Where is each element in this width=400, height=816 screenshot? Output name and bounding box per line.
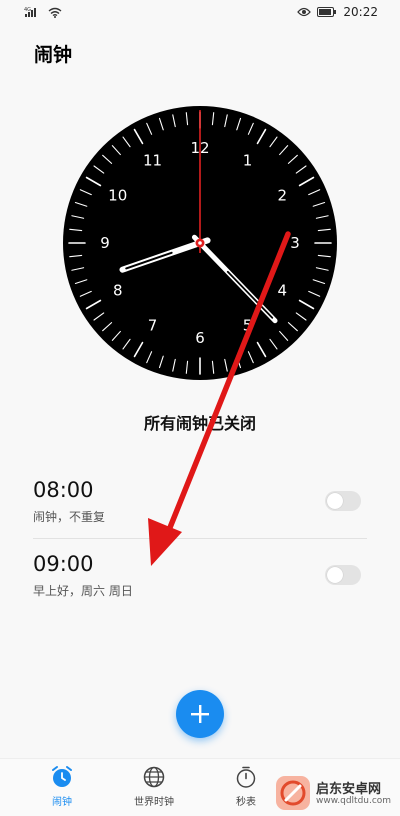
page-title: 闹钟: [34, 44, 73, 66]
clock-face: 121234567891011: [63, 106, 337, 380]
clock-number: 8: [113, 282, 123, 300]
status-time: 20:22: [343, 5, 378, 19]
clock-number: 9: [100, 234, 110, 252]
site-watermark: 启东安卓网 www.qdltdu.com: [272, 772, 400, 816]
stopwatch-icon: [236, 766, 256, 788]
alarm-subtitle: 闹钟，不重复: [33, 510, 106, 524]
toggle-knob: [327, 567, 343, 583]
nav-label: 闹钟: [52, 797, 72, 808]
alarm-time: 08:00: [33, 478, 94, 502]
watermark-text: 启东安卓网: [316, 782, 382, 797]
toggle-knob: [327, 493, 343, 509]
clock-number: 1: [243, 152, 253, 170]
alarm-subtitle: 早上好，周六 周日: [33, 584, 133, 598]
clock-number: 10: [108, 187, 127, 205]
clock-number: 6: [195, 329, 205, 347]
clock-number: 11: [143, 152, 162, 170]
alarm-time: 09:00: [33, 552, 94, 576]
battery-icon: [317, 7, 337, 17]
clock-number: 3: [290, 234, 300, 252]
clock-number: 7: [148, 316, 158, 334]
nav-item-alarm[interactable]: 闹钟: [22, 765, 102, 808]
analog-clock: 12 1 2 3 4 5 6 7 8 9 10 11: [62, 105, 338, 381]
watermark-logo-icon: [276, 776, 310, 810]
status-bar: 4G 20:22: [0, 0, 400, 26]
alarm-item[interactable]: 08:00 闹钟，不重复: [33, 478, 367, 525]
alarm-item[interactable]: 09:00 早上好，周六 周日: [33, 552, 367, 599]
clock-number: 5: [243, 316, 253, 334]
add-alarm-button[interactable]: [176, 690, 224, 738]
divider: [33, 538, 367, 539]
eye-icon: [297, 7, 312, 17]
clock-app-screen: 4G 20:22 闹钟 12 1 2 3 4 5 6 7 8 9 10 11 所…: [0, 0, 400, 816]
clock-number: 2: [277, 187, 287, 205]
clock-center-dot: [198, 241, 202, 245]
clock-number: 4: [277, 282, 287, 300]
signal-label: 4G: [24, 7, 31, 13]
alarms-status-message: 所有闹钟已关闭: [143, 414, 256, 433]
alarm-toggle[interactable]: [325, 565, 361, 585]
wifi-icon: [48, 7, 62, 18]
alarm-clock-icon: [52, 766, 72, 787]
signal-icon: 4G: [24, 7, 36, 17]
alarm-toggle[interactable]: [325, 491, 361, 511]
globe-icon: [143, 766, 165, 788]
watermark-url: www.qdltdu.com: [316, 796, 392, 806]
nav-item-world-clock[interactable]: 世界时钟: [114, 765, 194, 808]
nav-label: 秒表: [236, 797, 256, 808]
nav-label: 世界时钟: [134, 797, 174, 808]
plus-icon: [191, 705, 209, 723]
